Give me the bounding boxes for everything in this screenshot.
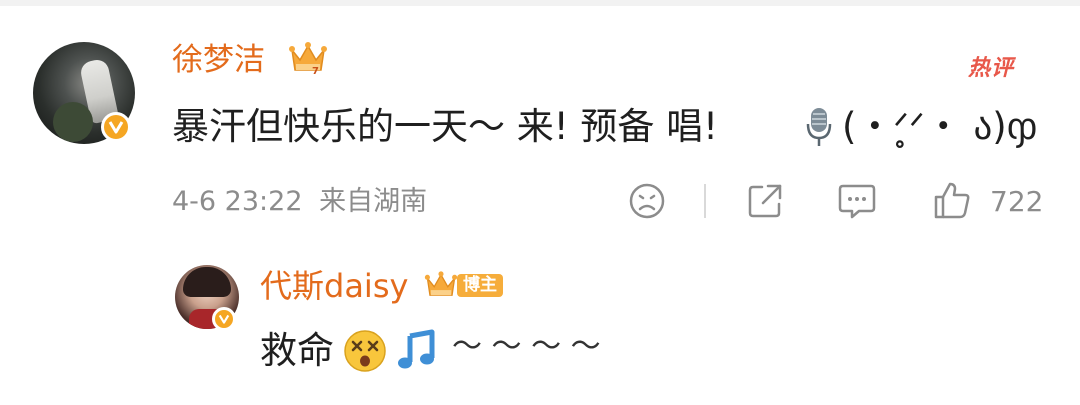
blogger-badge: 博主 xyxy=(457,274,503,297)
verified-icon xyxy=(101,112,131,142)
comment-text: 暴汗但快乐的一天～ 来! 预备 唱! xyxy=(172,108,718,145)
action-divider xyxy=(704,184,706,218)
like-count: 722 xyxy=(990,185,1044,218)
comment-icon[interactable] xyxy=(837,182,877,220)
reply-tildes: ～ ～ ～ ～ xyxy=(452,329,601,364)
svg-text:7: 7 xyxy=(312,66,319,76)
kaomoji-text: (・ᐟ̥ᐟ・ ა)ჶ xyxy=(842,105,1038,148)
crown-icon xyxy=(424,268,458,302)
dizzy-face-icon xyxy=(342,328,388,378)
verified-icon xyxy=(212,307,236,331)
sad-face-icon[interactable] xyxy=(628,182,666,220)
avatar-hair xyxy=(183,267,231,297)
music-note-icon xyxy=(394,328,438,376)
timestamp: 4-6 23:22 xyxy=(172,186,303,217)
comment-username[interactable]: 徐梦洁 xyxy=(172,45,265,76)
top-divider xyxy=(0,0,1080,6)
comment-body: 暴汗但快乐的一天～ 来! 预备 唱! xyxy=(172,105,718,148)
comment-meta: 4-6 23:22 来自湖南 xyxy=(172,188,427,215)
location: 来自湖南 xyxy=(319,186,428,217)
avatar-plant xyxy=(53,102,93,142)
thumbs-up-icon[interactable] xyxy=(932,180,972,220)
crown-icon: 7 xyxy=(288,40,328,76)
hot-comment-tag: 热评 xyxy=(968,56,1015,81)
share-icon[interactable] xyxy=(746,182,784,220)
reply-username[interactable]: 代斯daisy xyxy=(260,270,408,302)
microphone-icon xyxy=(803,106,835,152)
reply-text: 救命 xyxy=(260,329,334,372)
